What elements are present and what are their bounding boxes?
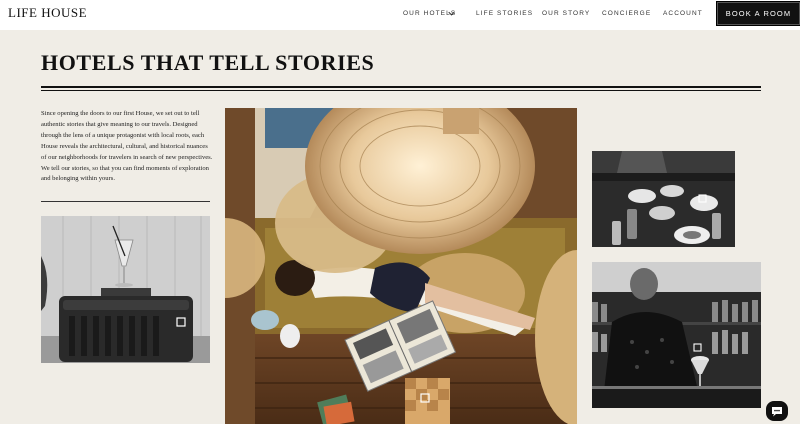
- nav-life-stories[interactable]: LIFE STORIES: [476, 10, 533, 17]
- intro-divider: [41, 201, 210, 202]
- nav-account[interactable]: ACCOUNT: [663, 10, 703, 17]
- title-divider: [41, 86, 761, 88]
- photo-reading-overhead[interactable]: [225, 108, 577, 424]
- photo-radio-cocktail[interactable]: [41, 216, 210, 363]
- brand-logo[interactable]: LIFE HOUSE: [8, 5, 87, 21]
- photo-dining-table[interactable]: [592, 151, 735, 247]
- nav-concierge[interactable]: CONCIERGE: [602, 10, 651, 17]
- intro-paragraph: Since opening the doors to our first Hou…: [41, 110, 213, 183]
- title-divider-thin: [41, 89, 761, 91]
- book-a-room-button[interactable]: BOOK A ROOM: [716, 1, 800, 26]
- chat-bubble-icon: [772, 406, 782, 416]
- nav-our-hotels[interactable]: OUR HOTELS: [403, 10, 456, 17]
- page-title: HOTELS THAT TELL STORIES: [41, 50, 375, 75]
- top-nav: LIFE HOUSE OUR HOTELS LIFE STORIES OUR S…: [0, 0, 800, 30]
- chevron-down-icon: [448, 11, 455, 16]
- nav-our-story[interactable]: OUR STORY: [542, 10, 590, 17]
- chat-button[interactable]: [766, 401, 788, 421]
- photo-bartender[interactable]: [592, 262, 761, 408]
